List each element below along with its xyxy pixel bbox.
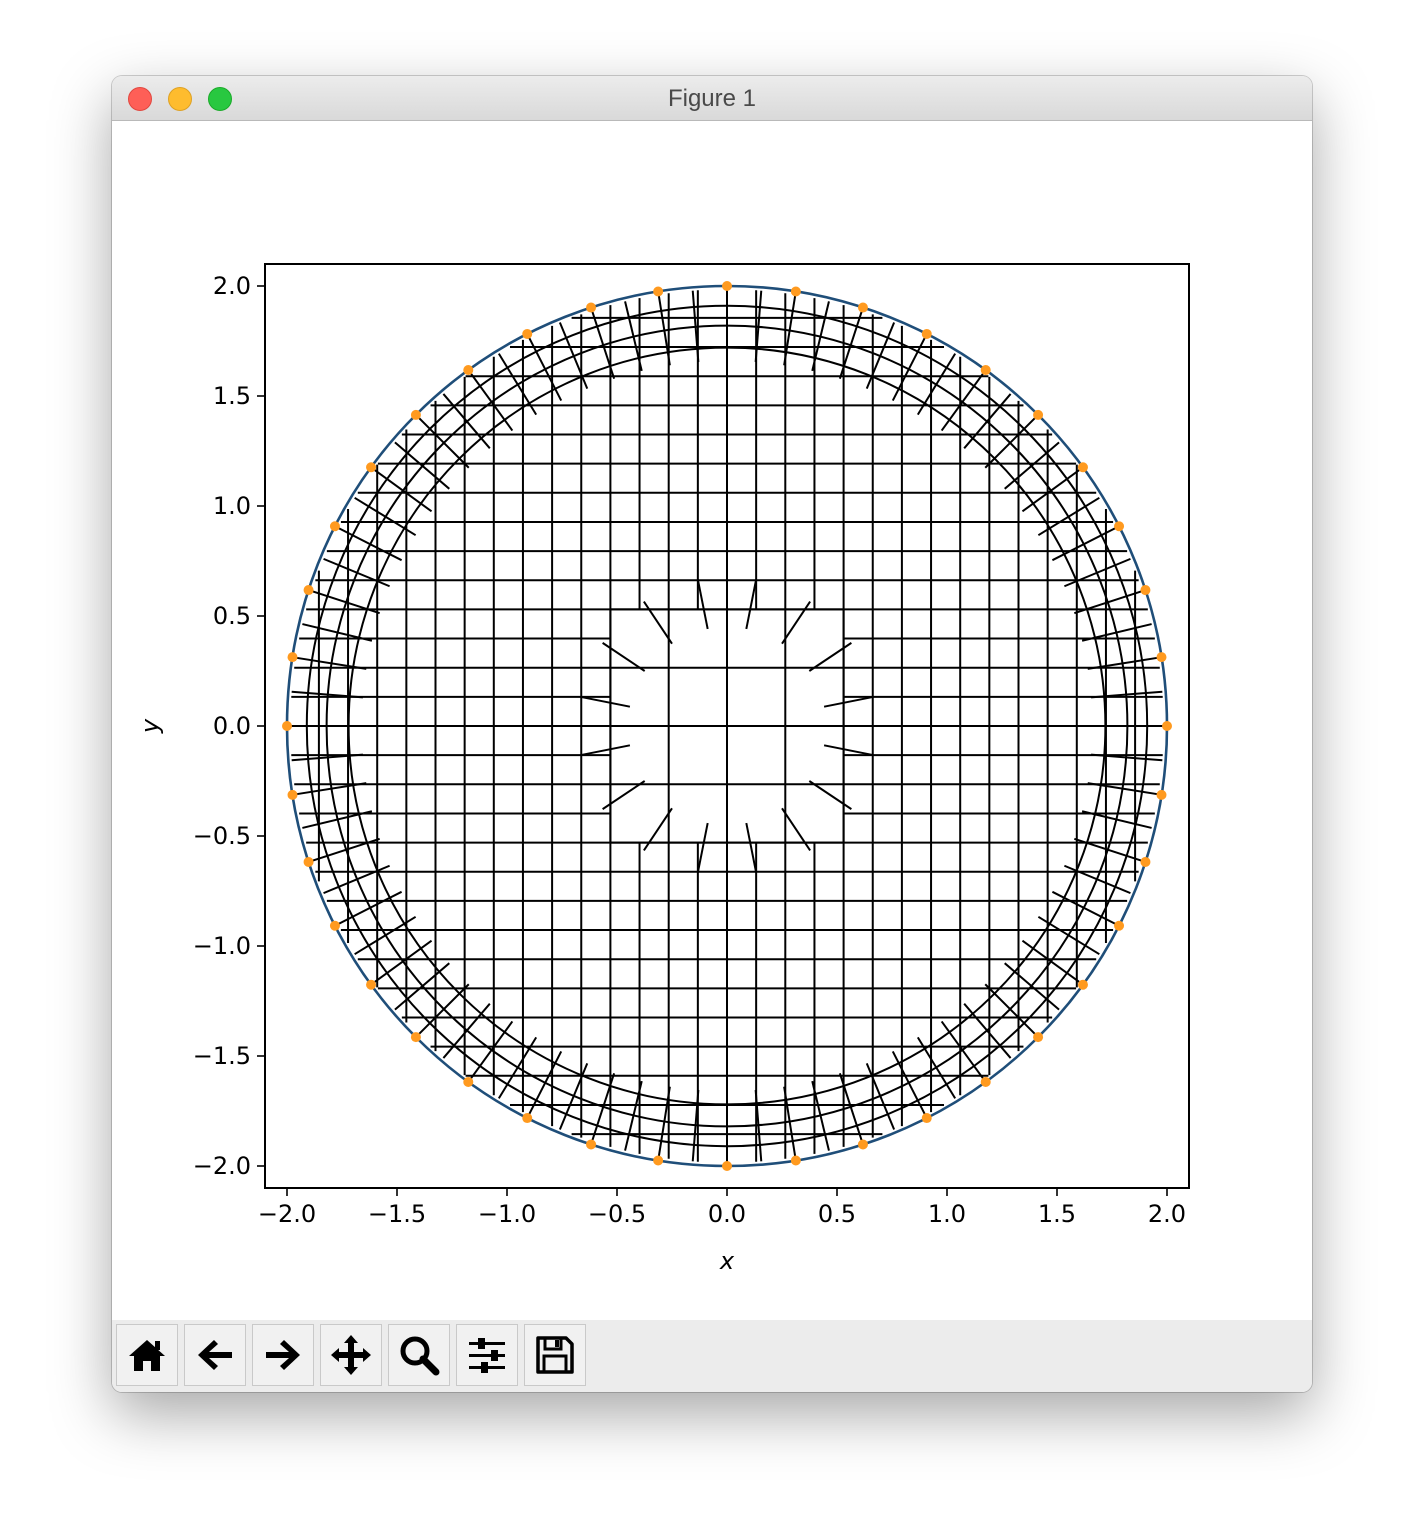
mesh-edge: [696, 822, 709, 873]
y-tick-label: 2.0: [213, 272, 251, 300]
boundary-point: [463, 1076, 474, 1087]
title-bar: Figure 1: [112, 76, 1312, 121]
boundary-point: [586, 1139, 597, 1150]
magnifier-icon: [400, 1336, 440, 1376]
boundary-point: [410, 1032, 421, 1043]
x-tick-label: −1.0: [478, 1200, 536, 1228]
zoom-button[interactable]: [388, 1324, 450, 1386]
boundary-point: [366, 979, 377, 990]
figure-canvas[interactable]: −2.0 −1.5 −1.0 −0.5 0.0 0.5 1.0 1.5 2.0 2.0 1.5 1.0…: [112, 121, 1312, 1320]
boundary-point: [1077, 462, 1088, 473]
figure-window: Figure 1 −2.0 −1.5 −1.0 −0.5 0.0 0.5 1.0 1.5 2.0…: [112, 76, 1312, 1392]
boundary-point: [1114, 920, 1125, 931]
boundary-point: [463, 365, 474, 376]
boundary-point: [303, 585, 314, 596]
boundary-point: [722, 281, 732, 291]
floppy-disk-icon: [536, 1336, 574, 1374]
boundary-point: [282, 721, 292, 731]
boundary-point: [921, 1113, 932, 1124]
y-axis-label: y: [136, 718, 164, 734]
boundary-point: [1156, 652, 1167, 663]
y-tick-label: −1.5: [193, 1042, 251, 1070]
boundary-point: [1077, 979, 1088, 990]
boundary-point: [366, 462, 377, 473]
pan-button[interactable]: [320, 1324, 382, 1386]
boundary-point: [921, 328, 932, 339]
window-title: Figure 1: [667, 85, 757, 112]
boundary-point: [303, 856, 314, 867]
y-tick-label: 0.0: [213, 712, 251, 740]
mesh-edge: [823, 695, 874, 708]
boundary-point: [329, 521, 340, 532]
mesh-plot[interactable]: −2.0 −1.5 −1.0 −0.5 0.0 0.5 1.0 1.5 2.0 2.0 1.5 1.0…: [112, 121, 1312, 1320]
boundary-point: [1156, 789, 1167, 800]
boundary-point: [653, 1155, 664, 1166]
y-tick-label: 1.5: [213, 382, 251, 410]
boundary-point: [586, 302, 597, 313]
boundary-point: [1033, 1032, 1044, 1043]
boundary-point: [1140, 585, 1151, 596]
boundary-point: [522, 1113, 533, 1124]
sliders-icon: [469, 1338, 505, 1373]
y-tick-label: −0.5: [193, 822, 251, 850]
back-button[interactable]: [184, 1324, 246, 1386]
boundary-point: [1033, 409, 1044, 420]
y-tick-label: 1.0: [213, 492, 251, 520]
boundary-point: [287, 789, 298, 800]
x-tick-label: 0.5: [818, 1200, 856, 1228]
boundary-point: [857, 302, 868, 313]
x-tick-label: 1.5: [1038, 1200, 1076, 1228]
save-button[interactable]: [524, 1324, 586, 1386]
mesh-edge: [580, 744, 631, 757]
boundary-point: [653, 286, 664, 297]
mesh-edge: [745, 822, 758, 873]
y-tick-label: −1.0: [193, 932, 251, 960]
boundary-point: [1140, 856, 1151, 867]
boundary-point: [980, 365, 991, 376]
boundary-point: [980, 1076, 991, 1087]
x-tick-label: 1.0: [928, 1200, 966, 1228]
configure-subplots-button[interactable]: [456, 1324, 518, 1386]
boundary-point: [857, 1139, 868, 1150]
boundary-point: [522, 328, 533, 339]
arrow-right-icon: [266, 1340, 300, 1370]
x-tick-label: −0.5: [588, 1200, 646, 1228]
x-axis-label: x: [719, 1247, 735, 1275]
y-tick-label: 0.5: [213, 602, 251, 630]
home-button[interactable]: [116, 1324, 178, 1386]
x-tick-label: 2.0: [1148, 1200, 1186, 1228]
boundary-point: [722, 1161, 732, 1171]
boundary-point: [790, 1155, 801, 1166]
arrow-left-icon: [198, 1340, 232, 1370]
boundary-point: [329, 920, 340, 931]
mesh-lines: [290, 289, 1164, 1163]
boundary-point: [287, 652, 298, 663]
mesh-edge: [745, 579, 758, 630]
navigation-toolbar: [112, 1320, 1312, 1392]
x-tick-label: −2.0: [258, 1200, 316, 1228]
x-tick-label: −1.5: [368, 1200, 426, 1228]
forward-button[interactable]: [252, 1324, 314, 1386]
boundary-point: [410, 409, 421, 420]
boundary-point: [790, 286, 801, 297]
mesh-edge: [580, 695, 631, 708]
boundary-point: [1162, 721, 1172, 731]
x-tick-label: 0.0: [708, 1200, 746, 1228]
move-icon: [331, 1335, 371, 1375]
mesh-edge: [823, 744, 874, 757]
y-tick-label: −2.0: [193, 1152, 251, 1180]
home-icon: [129, 1340, 165, 1371]
boundary-point: [1114, 521, 1125, 532]
mesh-edge: [696, 579, 709, 630]
